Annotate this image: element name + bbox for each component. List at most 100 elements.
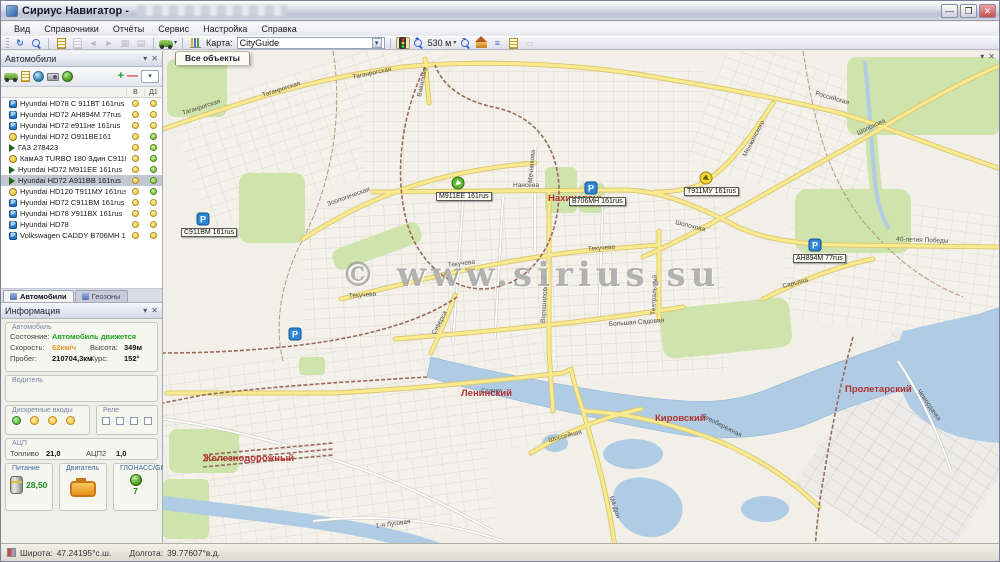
main-toolbar: ↻ ◄ ► ▦ ▤ ▾ Карта: CityGuide ▾ + 530 м ▾… bbox=[1, 36, 999, 50]
longitude-value: 39.77607°в.д. bbox=[167, 548, 220, 558]
close-panel-icon[interactable]: ✕ bbox=[151, 54, 158, 63]
minimize-button[interactable]: — bbox=[941, 4, 958, 18]
chart-button[interactable] bbox=[188, 37, 202, 49]
title-bar[interactable]: Сириус Навигатор - — ❐ ✕ bbox=[1, 1, 999, 21]
column-d1[interactable]: Д1 bbox=[144, 89, 162, 96]
arrow-vehicle-icon bbox=[9, 177, 15, 185]
engine-group: Двигатель bbox=[59, 463, 107, 511]
marker-plate-label[interactable]: С911ВМ 161rus bbox=[181, 228, 237, 237]
map-select-combo[interactable]: CityGuide ▾ bbox=[237, 37, 385, 49]
vehicle-row[interactable]: ГАЗ 278423 bbox=[1, 142, 162, 153]
relay-checkbox[interactable] bbox=[116, 417, 124, 425]
vehicle-row[interactable]: Hyundai HD120 Т911МУ 161rus bbox=[1, 186, 162, 197]
vehicle-marker-moving[interactable] bbox=[452, 177, 464, 189]
map-scale-combo[interactable]: 530 м ▾ bbox=[428, 37, 457, 49]
parking-vehicle-icon: P bbox=[9, 199, 17, 207]
longitude-label: Долгота: bbox=[129, 548, 163, 558]
parking-vehicle-icon: P bbox=[9, 111, 17, 119]
map-select-dropdown-icon[interactable]: ▾ bbox=[372, 38, 382, 48]
map-close-icon[interactable]: ✕ bbox=[988, 52, 995, 61]
status-b-dot bbox=[132, 188, 139, 195]
map-canvas[interactable]: ТаганрогскаяТаганрогскаяТаганрогскаяВави… bbox=[163, 51, 999, 545]
vehicle-row[interactable]: PHyundai HD78 С 911ВТ 161rus bbox=[1, 98, 162, 109]
vehicle-row[interactable]: КамАЗ TURBO 180 Здин С911ЕС 61rus bbox=[1, 153, 162, 164]
grid-button[interactable]: ▦ bbox=[118, 37, 132, 49]
close-button[interactable]: ✕ bbox=[979, 4, 996, 18]
satellite-count: 7 bbox=[133, 486, 138, 496]
globe-green-icon[interactable] bbox=[62, 71, 73, 82]
edit-list-icon[interactable] bbox=[21, 71, 30, 82]
restore-button[interactable]: ❐ bbox=[960, 4, 977, 18]
vehicle-row[interactable]: Hyundai HD72 О911ВЕ161 bbox=[1, 131, 162, 142]
edit-button[interactable] bbox=[506, 37, 520, 49]
vehicle-row[interactable]: Hyundai HD72 М911ЕЕ 161rus bbox=[1, 164, 162, 175]
discrete-input-led bbox=[12, 416, 21, 425]
info-panel: Информация ▾ ✕ Автомобиль Состояние: Авт… bbox=[1, 303, 162, 545]
info-close-icon[interactable]: ✕ bbox=[151, 306, 158, 315]
vehicle-label: Hyundai HD78 У911ВХ 161rus bbox=[20, 209, 126, 218]
vehicle-row[interactable]: PHyundai HD78 У911ВХ 161rus bbox=[1, 208, 162, 219]
view-dropdown[interactable]: ▾ bbox=[141, 70, 159, 83]
status-d1-dot bbox=[150, 100, 157, 107]
vehicle-label: Volkswagen CADDY В706МН 161rus bbox=[20, 231, 126, 240]
vehicle-row[interactable]: Hyundai HD72 А911ВВ 161rus bbox=[1, 175, 162, 186]
vehicle-marker-parking[interactable]: P bbox=[197, 213, 209, 225]
globe-icon[interactable] bbox=[33, 71, 44, 82]
vehicle-menu-button[interactable]: ▾ bbox=[159, 37, 177, 49]
zoom-in-button[interactable]: + bbox=[412, 37, 426, 49]
relay-checkbox[interactable] bbox=[130, 417, 138, 425]
remove-vehicle-button[interactable]: — bbox=[127, 71, 138, 82]
zoom-out-button[interactable]: − bbox=[458, 37, 472, 49]
marker-plate-label[interactable]: Т911МУ 161rus bbox=[684, 187, 739, 196]
home-button[interactable] bbox=[474, 37, 488, 49]
table-button[interactable] bbox=[70, 37, 84, 49]
column-b[interactable]: В bbox=[126, 89, 144, 96]
engine-icon bbox=[70, 481, 96, 497]
menu-service[interactable]: Сервис bbox=[151, 24, 196, 34]
map-tab-all-objects[interactable]: Все объекты bbox=[175, 51, 250, 65]
search-button[interactable] bbox=[29, 37, 43, 49]
toolbar-grip[interactable] bbox=[6, 38, 9, 48]
add-vehicle-button[interactable]: + bbox=[118, 71, 124, 82]
vehicle-row[interactable]: PVolkswagen CADDY В706МН 161rus bbox=[1, 230, 162, 241]
tab-geozones[interactable]: Геозоны bbox=[75, 290, 128, 302]
marker-plate-label[interactable]: АН894М 77rus bbox=[793, 254, 846, 263]
vehicle-marker-idle[interactable] bbox=[700, 172, 712, 184]
report-button[interactable] bbox=[54, 37, 68, 49]
vehicle-row[interactable]: PHyundai HD78 bbox=[1, 219, 162, 230]
parking-vehicle-icon: P bbox=[9, 122, 17, 130]
menu-help[interactable]: Справка bbox=[254, 24, 303, 34]
relay-checkbox[interactable] bbox=[144, 417, 152, 425]
vehicle-row[interactable]: PHyundai HD72 АН894М 77rus bbox=[1, 109, 162, 120]
vehicle-marker-parking[interactable]: P bbox=[809, 239, 821, 251]
vehicle-row[interactable]: PHyundai HD72 С911ВМ 161rus bbox=[1, 197, 162, 208]
parking-vehicle-icon: P bbox=[9, 210, 17, 218]
redo-button[interactable]: ► bbox=[102, 37, 116, 49]
zoom-in-icon: + bbox=[414, 39, 423, 48]
map-pin-icon[interactable]: ▾ bbox=[980, 52, 984, 61]
status-b-dot bbox=[132, 133, 139, 140]
vehicle-marker-parking[interactable]: P bbox=[289, 328, 301, 340]
tab-vehicles[interactable]: Автомобили bbox=[3, 290, 74, 302]
menu-view[interactable]: Вид bbox=[7, 24, 37, 34]
car-filter-icon[interactable] bbox=[4, 73, 18, 80]
marker-plate-label[interactable]: В706МН 161rus bbox=[569, 197, 626, 206]
legend-button[interactable]: ≡ bbox=[490, 37, 504, 49]
extra-button[interactable]: ▭ bbox=[522, 37, 536, 49]
marker-plate-label[interactable]: М911ЕЕ 161rus bbox=[436, 192, 492, 201]
cells-button[interactable]: ▤ bbox=[134, 37, 148, 49]
pin-icon[interactable]: ▾ bbox=[143, 54, 147, 63]
relay-checkbox[interactable] bbox=[102, 417, 110, 425]
info-pin-icon[interactable]: ▾ bbox=[143, 306, 147, 315]
traffic-toggle-button[interactable] bbox=[396, 37, 410, 49]
menu-reports[interactable]: Отчёты bbox=[106, 24, 151, 34]
vehicle-label: Hyundai HD120 Т911МУ 161rus bbox=[20, 187, 126, 196]
camera-icon[interactable] bbox=[47, 73, 59, 81]
vehicle-marker-parking[interactable]: P bbox=[585, 182, 597, 194]
menu-directories[interactable]: Справочники bbox=[37, 24, 106, 34]
menu-settings[interactable]: Настройка bbox=[196, 24, 254, 34]
vehicle-row[interactable]: PHyundai HD72 е911не 161rus bbox=[1, 120, 162, 131]
undo-button[interactable]: ◄ bbox=[86, 37, 100, 49]
refresh-button[interactable]: ↻ bbox=[13, 37, 27, 49]
map-container: ТаганрогскаяТаганрогскаяТаганрогскаяВави… bbox=[163, 51, 999, 545]
